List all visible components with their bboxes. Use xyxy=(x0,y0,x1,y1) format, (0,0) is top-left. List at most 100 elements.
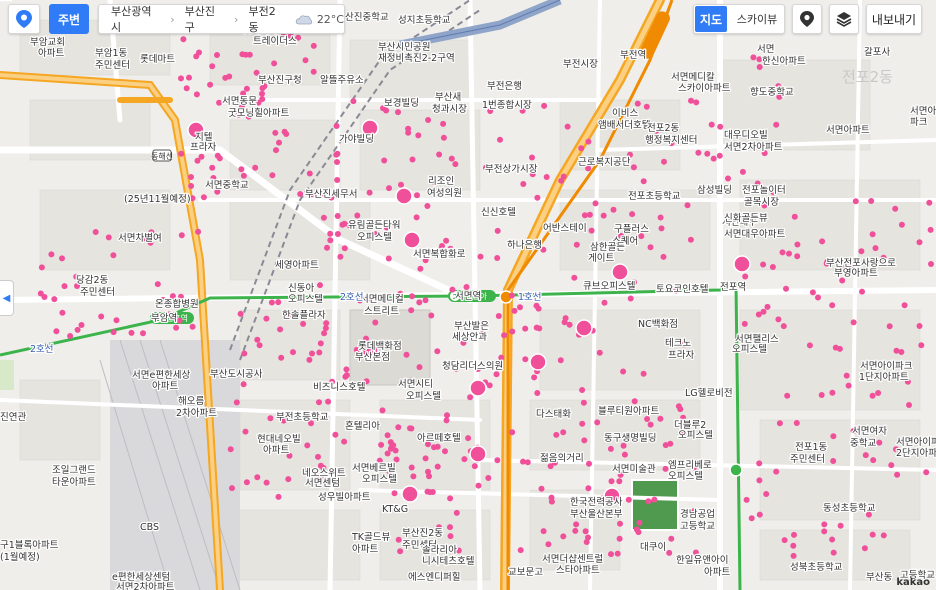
place-pin[interactable] xyxy=(636,519,643,526)
place-pin[interactable] xyxy=(829,389,836,396)
place-pin[interactable] xyxy=(416,299,423,306)
place-pin[interactable] xyxy=(627,295,634,302)
place-pin[interactable] xyxy=(278,354,285,361)
place-pin[interactable] xyxy=(779,249,786,256)
place-pin[interactable] xyxy=(794,241,801,248)
place-pin[interactable] xyxy=(227,446,234,453)
place-pin[interactable] xyxy=(743,496,750,503)
place-pin[interactable] xyxy=(415,132,422,139)
place-pin[interactable] xyxy=(207,81,214,88)
place-pin[interactable] xyxy=(791,213,798,220)
place-pin[interactable] xyxy=(38,264,45,271)
place-pin[interactable] xyxy=(310,42,317,49)
place-pin[interactable] xyxy=(548,498,555,505)
place-pin[interactable] xyxy=(323,320,330,327)
place-pin[interactable] xyxy=(290,349,296,356)
place-pin[interactable] xyxy=(829,302,836,309)
place-pin[interactable] xyxy=(892,205,899,212)
place-pin[interactable] xyxy=(520,181,527,187)
place-pin[interactable] xyxy=(263,479,270,486)
place-pin[interactable] xyxy=(695,149,702,156)
place-pin[interactable] xyxy=(786,250,792,257)
place-pin[interactable] xyxy=(631,398,638,405)
place-pin[interactable] xyxy=(869,392,876,399)
place-pin[interactable] xyxy=(176,317,183,324)
place-pin[interactable] xyxy=(209,164,216,171)
place-pin[interactable] xyxy=(272,129,279,136)
place-pin[interactable] xyxy=(708,121,715,128)
place-pin[interactable] xyxy=(341,245,348,252)
place-pin[interactable] xyxy=(448,155,455,162)
place-pin[interactable] xyxy=(214,52,220,58)
skyview-button[interactable]: 스카이뷰 xyxy=(730,6,784,32)
place-pin[interactable] xyxy=(608,478,615,485)
place-pin[interactable] xyxy=(37,290,44,297)
jeonpo-station-marker[interactable] xyxy=(729,463,743,477)
place-pin[interactable] xyxy=(51,296,58,303)
place-pin[interactable] xyxy=(209,63,216,70)
place-pin[interactable] xyxy=(320,214,327,221)
place-pin[interactable] xyxy=(630,164,637,171)
place-pin[interactable] xyxy=(688,97,694,104)
place-pin[interactable] xyxy=(154,281,161,288)
place-pin[interactable] xyxy=(277,326,284,333)
place-pin[interactable] xyxy=(616,478,623,485)
place-pin[interactable] xyxy=(447,495,454,502)
place-pin[interactable] xyxy=(533,324,540,331)
place-pin[interactable] xyxy=(818,392,825,398)
place-pin[interactable] xyxy=(859,288,865,295)
place-pin[interactable] xyxy=(434,463,441,470)
place-pin[interactable] xyxy=(334,159,340,165)
export-button[interactable]: 내보내기 xyxy=(866,4,922,34)
place-pin[interactable] xyxy=(110,252,117,259)
place-pin[interactable] xyxy=(793,420,800,426)
place-pin[interactable] xyxy=(408,307,415,314)
place-pin[interactable] xyxy=(517,304,523,311)
place-pin[interactable] xyxy=(178,75,184,82)
place-pin[interactable] xyxy=(876,439,883,446)
place-badge-icon[interactable] xyxy=(611,263,629,281)
place-pin[interactable] xyxy=(378,441,385,448)
place-pin[interactable] xyxy=(657,214,664,221)
place-pin[interactable] xyxy=(773,121,780,128)
place-pin[interactable] xyxy=(763,491,770,497)
place-pin[interactable] xyxy=(354,212,361,219)
place-pin[interactable] xyxy=(350,98,357,105)
place-pin[interactable] xyxy=(668,535,675,542)
place-pin[interactable] xyxy=(829,536,836,543)
place-pin[interactable] xyxy=(385,255,392,262)
place-pin[interactable] xyxy=(600,212,607,219)
place-pin[interactable] xyxy=(434,443,441,450)
place-pin[interactable] xyxy=(742,273,749,280)
place-pin[interactable] xyxy=(269,172,276,179)
place-pin[interactable] xyxy=(776,420,783,427)
place-badge-icon[interactable] xyxy=(575,319,593,337)
place-badge-icon[interactable] xyxy=(469,445,487,463)
place-pin[interactable] xyxy=(858,248,865,255)
breadcrumb-city[interactable]: 부산광역시 xyxy=(111,3,160,35)
place-pin[interactable] xyxy=(741,320,748,327)
place-pin[interactable] xyxy=(395,109,401,116)
place-pin[interactable] xyxy=(327,237,334,244)
place-pin[interactable] xyxy=(581,437,588,444)
place-pin[interactable] xyxy=(578,145,585,152)
place-pin[interactable] xyxy=(773,468,780,475)
place-pin[interactable] xyxy=(341,438,348,445)
place-pin[interactable] xyxy=(256,342,263,349)
place-pin[interactable] xyxy=(413,214,420,221)
place-pin[interactable] xyxy=(916,323,923,329)
place-pin[interactable] xyxy=(901,302,908,309)
place-pin[interactable] xyxy=(666,549,673,556)
place-pin[interactable] xyxy=(596,349,603,356)
place-pin[interactable] xyxy=(621,451,628,458)
place-pin[interactable] xyxy=(756,460,763,467)
place-pin[interactable] xyxy=(92,229,99,235)
place-pin[interactable] xyxy=(467,394,474,401)
place-pin[interactable] xyxy=(485,475,492,481)
place-pin[interactable] xyxy=(541,102,548,109)
place-pin[interactable] xyxy=(395,536,402,543)
place-pin[interactable] xyxy=(533,302,540,309)
place-pin[interactable] xyxy=(395,424,402,431)
place-pin[interactable] xyxy=(414,192,420,199)
place-pin[interactable] xyxy=(843,372,850,379)
